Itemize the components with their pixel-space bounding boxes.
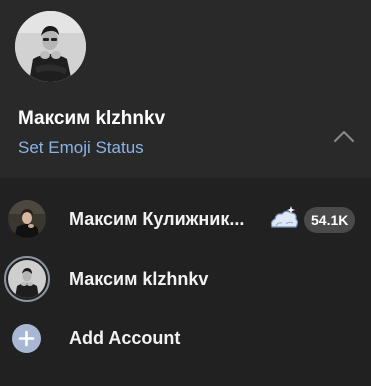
- account-name: Максим Кулижник...: [69, 209, 245, 229]
- account-item[interactable]: Максим Кулижник... 54.1K: [0, 191, 371, 247]
- account-header: Максим klzhnkv Set Emoji Status: [0, 0, 371, 178]
- add-account-button[interactable]: Add Account: [0, 310, 371, 366]
- profile-name: Максим klzhnkv: [18, 108, 166, 129]
- cloud-emoji-icon[interactable]: [268, 205, 300, 233]
- chevron-up-icon[interactable]: [330, 125, 358, 147]
- account-name: Максим klzhnkv: [69, 269, 209, 289]
- account-avatar: [8, 200, 46, 238]
- add-account-label: Add Account: [69, 328, 181, 348]
- unread-count-badge: 54.1K: [304, 207, 356, 233]
- profile-avatar[interactable]: [15, 11, 86, 82]
- account-item-active[interactable]: Максим klzhnkv: [0, 251, 371, 307]
- plus-icon: [12, 324, 41, 353]
- account-avatar: [8, 260, 46, 298]
- set-emoji-status-link[interactable]: Set Emoji Status: [18, 138, 144, 158]
